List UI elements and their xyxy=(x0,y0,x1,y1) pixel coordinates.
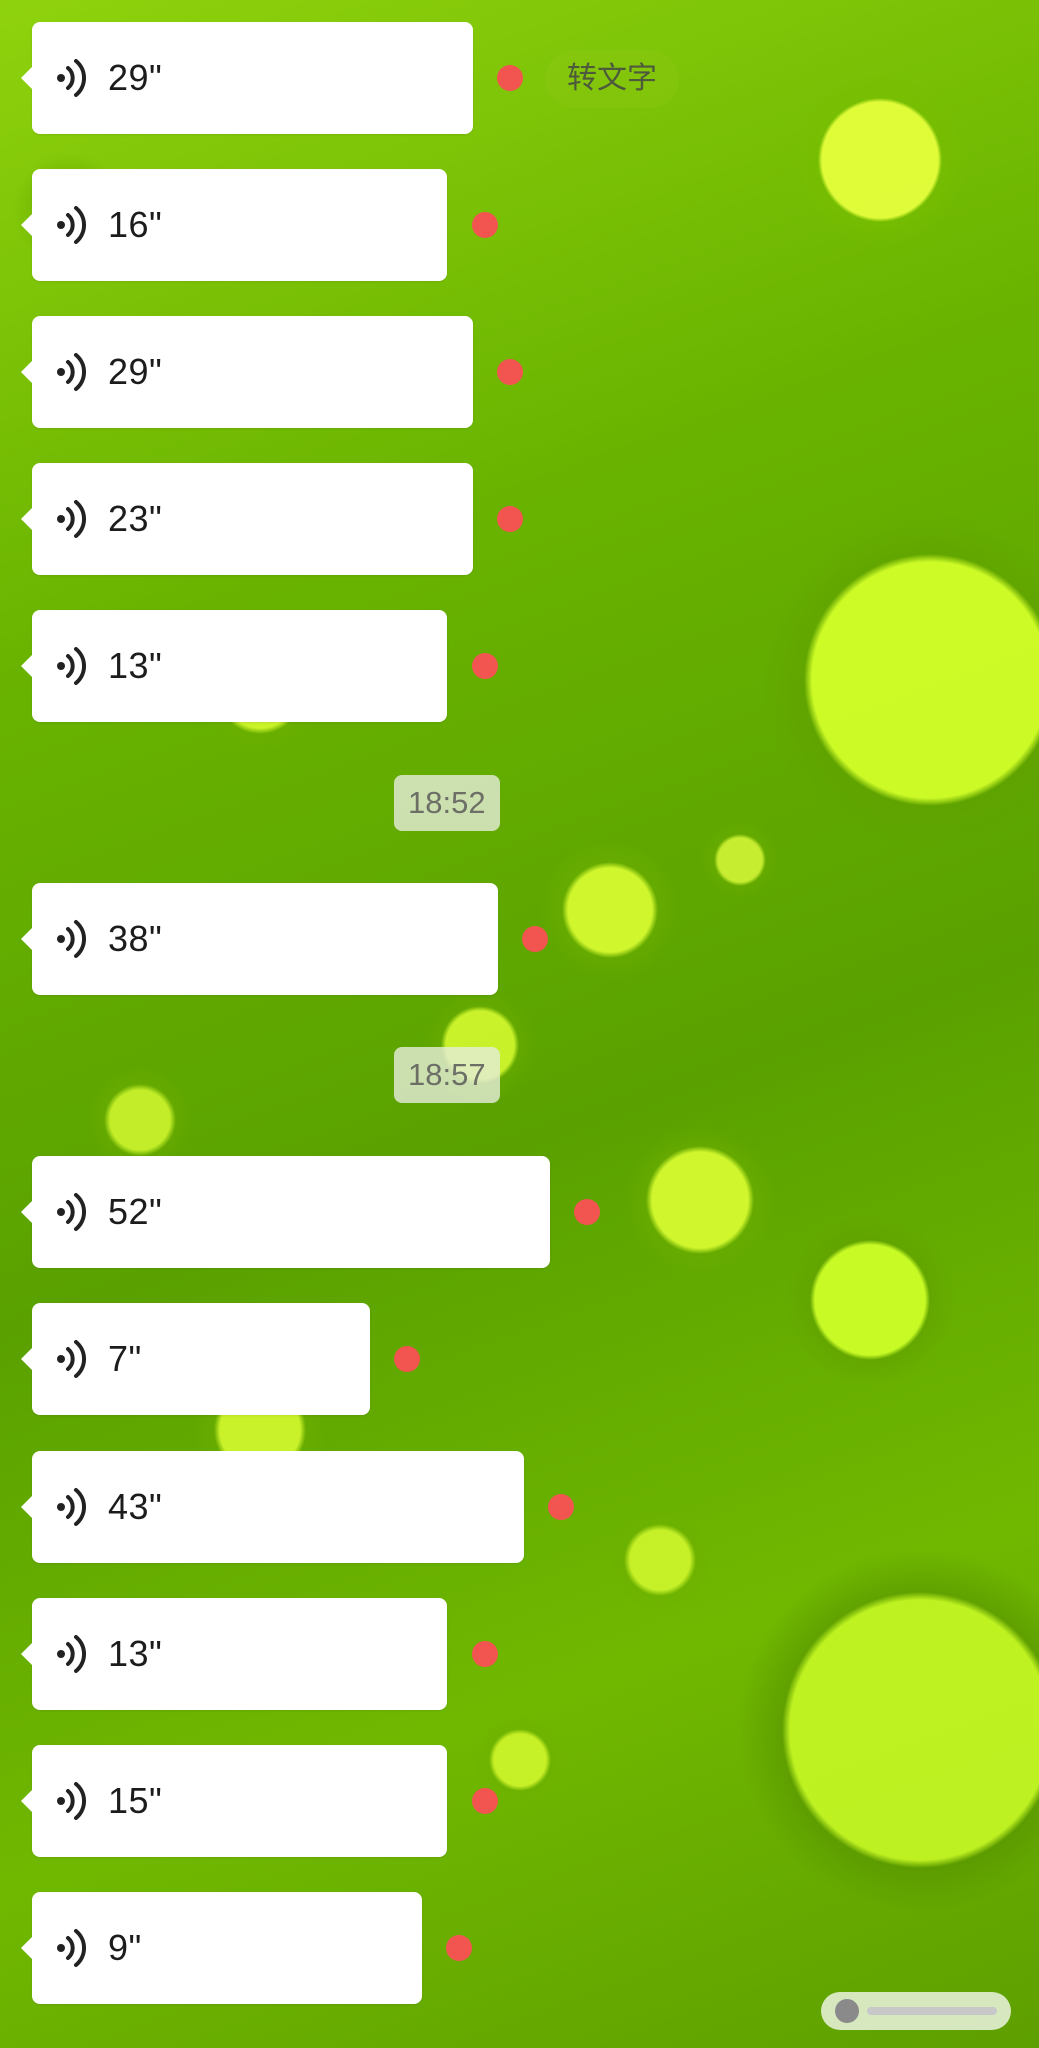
voice-duration: 16" xyxy=(108,204,163,245)
voice-message-icon xyxy=(57,1340,87,1378)
voice-message-bubble[interactable]: 43" xyxy=(21,1451,524,1563)
voice-message-bubble[interactable]: 29" xyxy=(21,316,473,428)
voice-message-icon xyxy=(57,1635,87,1673)
unread-dot xyxy=(472,212,498,238)
timestamp-divider: 18:52 xyxy=(394,775,500,831)
voice-message-bubble[interactable]: 9" xyxy=(21,1892,422,2004)
transcribe-to-text-button[interactable]: 转文字 xyxy=(545,50,679,108)
chat-message-list: 29" 转文字 16" 29" 23" 13" 18:52 38" 18:57 … xyxy=(0,0,1039,2048)
voice-message-bubble[interactable]: 13" xyxy=(21,1598,447,1710)
unread-dot xyxy=(548,1494,574,1520)
timestamp-divider: 18:57 xyxy=(394,1047,500,1103)
voice-message-icon xyxy=(57,1193,87,1231)
voice-duration: 29" xyxy=(108,351,163,392)
voice-message-icon xyxy=(57,1782,87,1820)
voice-message-icon xyxy=(57,353,87,391)
voice-message-icon xyxy=(57,1488,87,1526)
watermark-text-blur xyxy=(867,2007,997,2015)
voice-message-bubble[interactable]: 13" xyxy=(21,610,447,722)
voice-message-bubble[interactable]: 7" xyxy=(21,1303,370,1415)
voice-duration: 29" xyxy=(108,57,163,98)
voice-message-icon xyxy=(57,647,87,685)
unread-dot xyxy=(472,1641,498,1667)
voice-duration: 7" xyxy=(108,1338,142,1379)
voice-duration: 38" xyxy=(108,918,163,959)
voice-duration: 15" xyxy=(108,1780,163,1821)
voice-duration: 52" xyxy=(108,1191,163,1232)
watermark-logo xyxy=(835,1999,859,2023)
unread-dot xyxy=(497,359,523,385)
unread-dot xyxy=(472,1788,498,1814)
unread-dot xyxy=(574,1199,600,1225)
voice-message-bubble[interactable]: 15" xyxy=(21,1745,447,1857)
unread-dot xyxy=(394,1346,420,1372)
unread-dot xyxy=(446,1935,472,1961)
voice-message-icon xyxy=(57,59,87,97)
voice-message-bubble[interactable]: 29" xyxy=(21,22,473,134)
voice-duration: 13" xyxy=(108,1633,163,1674)
unread-dot xyxy=(472,653,498,679)
voice-duration: 13" xyxy=(108,645,163,686)
voice-message-icon xyxy=(57,500,87,538)
voice-duration: 43" xyxy=(108,1486,163,1527)
watermark xyxy=(821,1992,1011,2030)
unread-dot xyxy=(522,926,548,952)
voice-message-bubble[interactable]: 52" xyxy=(21,1156,550,1268)
unread-dot xyxy=(497,506,523,532)
voice-message-icon xyxy=(57,206,87,244)
voice-duration: 23" xyxy=(108,498,163,539)
voice-message-bubble[interactable]: 16" xyxy=(21,169,447,281)
voice-duration: 9" xyxy=(108,1927,142,1968)
voice-message-icon xyxy=(57,920,87,958)
voice-message-bubble[interactable]: 38" xyxy=(21,883,498,995)
voice-message-icon xyxy=(57,1929,87,1967)
unread-dot xyxy=(497,65,523,91)
voice-message-bubble[interactable]: 23" xyxy=(21,463,473,575)
